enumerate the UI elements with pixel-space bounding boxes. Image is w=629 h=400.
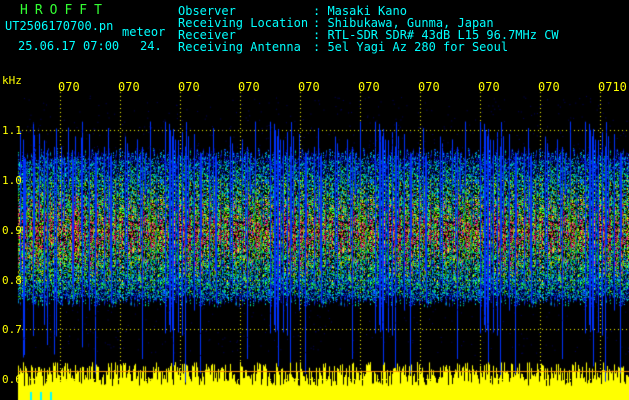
spectrogram-canvas [0, 0, 629, 400]
field-value-antenna: : 5el Yagi Az 280 for Seoul [313, 40, 509, 54]
y-label: 1.1 [2, 124, 22, 137]
y-label: 1.0 [2, 174, 22, 187]
time-tick: 070 [298, 80, 320, 94]
file-suffix: meteor [122, 25, 166, 39]
y-axis-unit: kHz [2, 74, 22, 87]
time-tick: 070 [58, 80, 80, 94]
y-label: 0.6 [2, 373, 22, 386]
time-tick: 070 [178, 80, 200, 94]
time-tick: 070 [538, 80, 560, 94]
time-tick: 070 [238, 80, 260, 94]
date-time: 25.06.17 07:00 [18, 39, 120, 53]
y-label: 0.9 [2, 224, 22, 237]
field-label-antenna: Receiving Antenna [178, 40, 301, 54]
time-tick: 0710 [598, 80, 627, 94]
time-tick: 070 [418, 80, 440, 94]
y-label: 0.8 [2, 274, 22, 287]
brand-title: HROFFT [20, 3, 109, 18]
file-name: UT2506170700.pn [5, 19, 114, 33]
time-tick: 070 [118, 80, 140, 94]
y-label: 0.7 [2, 323, 22, 336]
time-tick: 070 [478, 80, 500, 94]
event-count: 24. [140, 39, 162, 53]
time-tick: 070 [358, 80, 380, 94]
